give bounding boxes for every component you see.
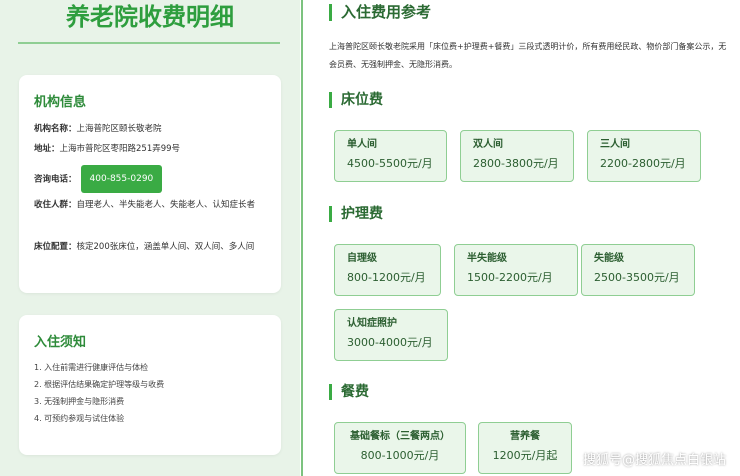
fee-name: 营养餐 — [510, 431, 540, 442]
fees-intro: 上海普陀区颐长敬老院采用「床位费+护理费+餐费」三段式透明计价，所有费用经民政、… — [329, 42, 727, 69]
phone-row: 咨询电话： 400-855-0290 — [34, 165, 270, 193]
title-divider — [18, 42, 280, 44]
fee-card-double-room: 双人间 2800-3800元/月 — [460, 130, 574, 182]
fee-card-semi-disabled: 半失能级 1500-2200元/月 — [454, 244, 578, 296]
institution-name-row: 机构名称：上海普陀区颐长敬老院 — [34, 119, 270, 139]
fee-price: 2200-2800元/月 — [600, 157, 686, 170]
institution-info-card: 机构信息 机构名称：上海普陀区颐长敬老院 地址：上海市普陀区枣阳路251弄99号… — [19, 75, 281, 293]
beds-value: 核定200张床位，涵盖单人间、双人间、多人间 — [76, 242, 255, 252]
fee-card-self-care: 自理级 800-1200元/月 — [334, 244, 441, 296]
bed-fee-heading: 床位费 — [329, 92, 383, 108]
fee-card-single-room: 单人间 4500-5500元/月 — [334, 130, 447, 182]
list-item: 1. 入住前需进行健康评估与体检 — [34, 363, 149, 372]
fee-price: 3000-4000元/月 — [347, 336, 433, 349]
fee-card-disabled: 失能级 2500-3500元/月 — [581, 244, 695, 296]
fee-name: 双人间 — [473, 139, 503, 150]
fee-price: 2800-3800元/月 — [473, 157, 559, 170]
fee-name: 自理级 — [347, 253, 377, 264]
institution-name-value: 上海普陀区颐长敬老院 — [76, 124, 162, 134]
meal-fee-heading: 餐费 — [329, 384, 369, 400]
fee-card-basic-meal: 基础餐标（三餐两点） 800-1000元/月 — [334, 422, 466, 474]
audience-value: 自理老人、半失能老人、失能老人、认知症长者 — [76, 200, 256, 210]
left-panel: 养老院收费明细 机构信息 机构名称：上海普陀区颐长敬老院 地址：上海市普陀区枣阳… — [0, 0, 300, 476]
fee-card-dementia-care: 认知症照护 3000-4000元/月 — [334, 309, 448, 361]
address-value: 上海市普陀区枣阳路251弄99号 — [59, 144, 181, 154]
list-item: 3. 无强制押金与隐形消费 — [34, 397, 125, 406]
institution-name-label: 机构名称： — [34, 124, 77, 134]
beds-row: 床位配置：核定200张床位，涵盖单人间、双人间、多人间 — [34, 237, 270, 257]
fee-price: 4500-5500元/月 — [347, 157, 433, 170]
fee-price: 800-1000元/月 — [360, 449, 440, 462]
fee-name: 半失能级 — [467, 253, 507, 264]
audience-label: 收住人群： — [34, 200, 77, 210]
fee-card-nutrition-meal: 营养餐 1200元/月起 — [478, 422, 572, 474]
care-fee-heading: 护理费 — [329, 206, 383, 222]
institution-info-title: 机构信息 — [34, 95, 87, 110]
fee-name: 认知症照护 — [347, 318, 397, 329]
fee-name: 失能级 — [594, 253, 624, 264]
address-label: 地址： — [34, 144, 60, 154]
phone-button[interactable]: 400-855-0290 — [80, 165, 163, 193]
fee-price: 800-1200元/月 — [347, 271, 426, 284]
phone-label: 咨询电话： — [34, 174, 77, 185]
page-title: 养老院收费明细 — [66, 3, 234, 31]
right-panel: 入住费用参考 上海普陀区颐长敬老院采用「床位费+护理费+餐费」三段式透明计价，所… — [303, 0, 740, 476]
list-item: 2. 根据评估结果确定护理等级与收费 — [34, 380, 165, 389]
audience-row: 收住人群：自理老人、半失能老人、失能老人、认知症长者 — [34, 195, 270, 215]
admission-notice-title: 入住须知 — [34, 335, 87, 350]
fees-heading: 入住费用参考 — [329, 4, 431, 21]
list-item: 4. 可预约参观与试住体验 — [34, 414, 125, 423]
admission-notice-card: 入住须知 1. 入住前需进行健康评估与体检 2. 根据评估结果确定护理等级与收费… — [19, 315, 281, 455]
fee-price: 1200元/月起 — [492, 449, 558, 462]
fee-name: 基础餐标（三餐两点） — [350, 431, 450, 442]
beds-label: 床位配置： — [34, 242, 77, 252]
admission-notice-list: 1. 入住前需进行健康评估与体检 2. 根据评估结果确定护理等级与收费 3. 无… — [34, 359, 270, 427]
fee-card-triple-room: 三人间 2200-2800元/月 — [587, 130, 701, 182]
watermark: 搜狐号@搜狐焦点白银站 — [582, 453, 726, 468]
address-row: 地址：上海市普陀区枣阳路251弄99号 — [34, 139, 270, 159]
fee-price: 2500-3500元/月 — [594, 271, 680, 284]
fee-price: 1500-2200元/月 — [467, 271, 553, 284]
fee-name: 三人间 — [600, 139, 630, 150]
fee-name: 单人间 — [347, 139, 377, 150]
